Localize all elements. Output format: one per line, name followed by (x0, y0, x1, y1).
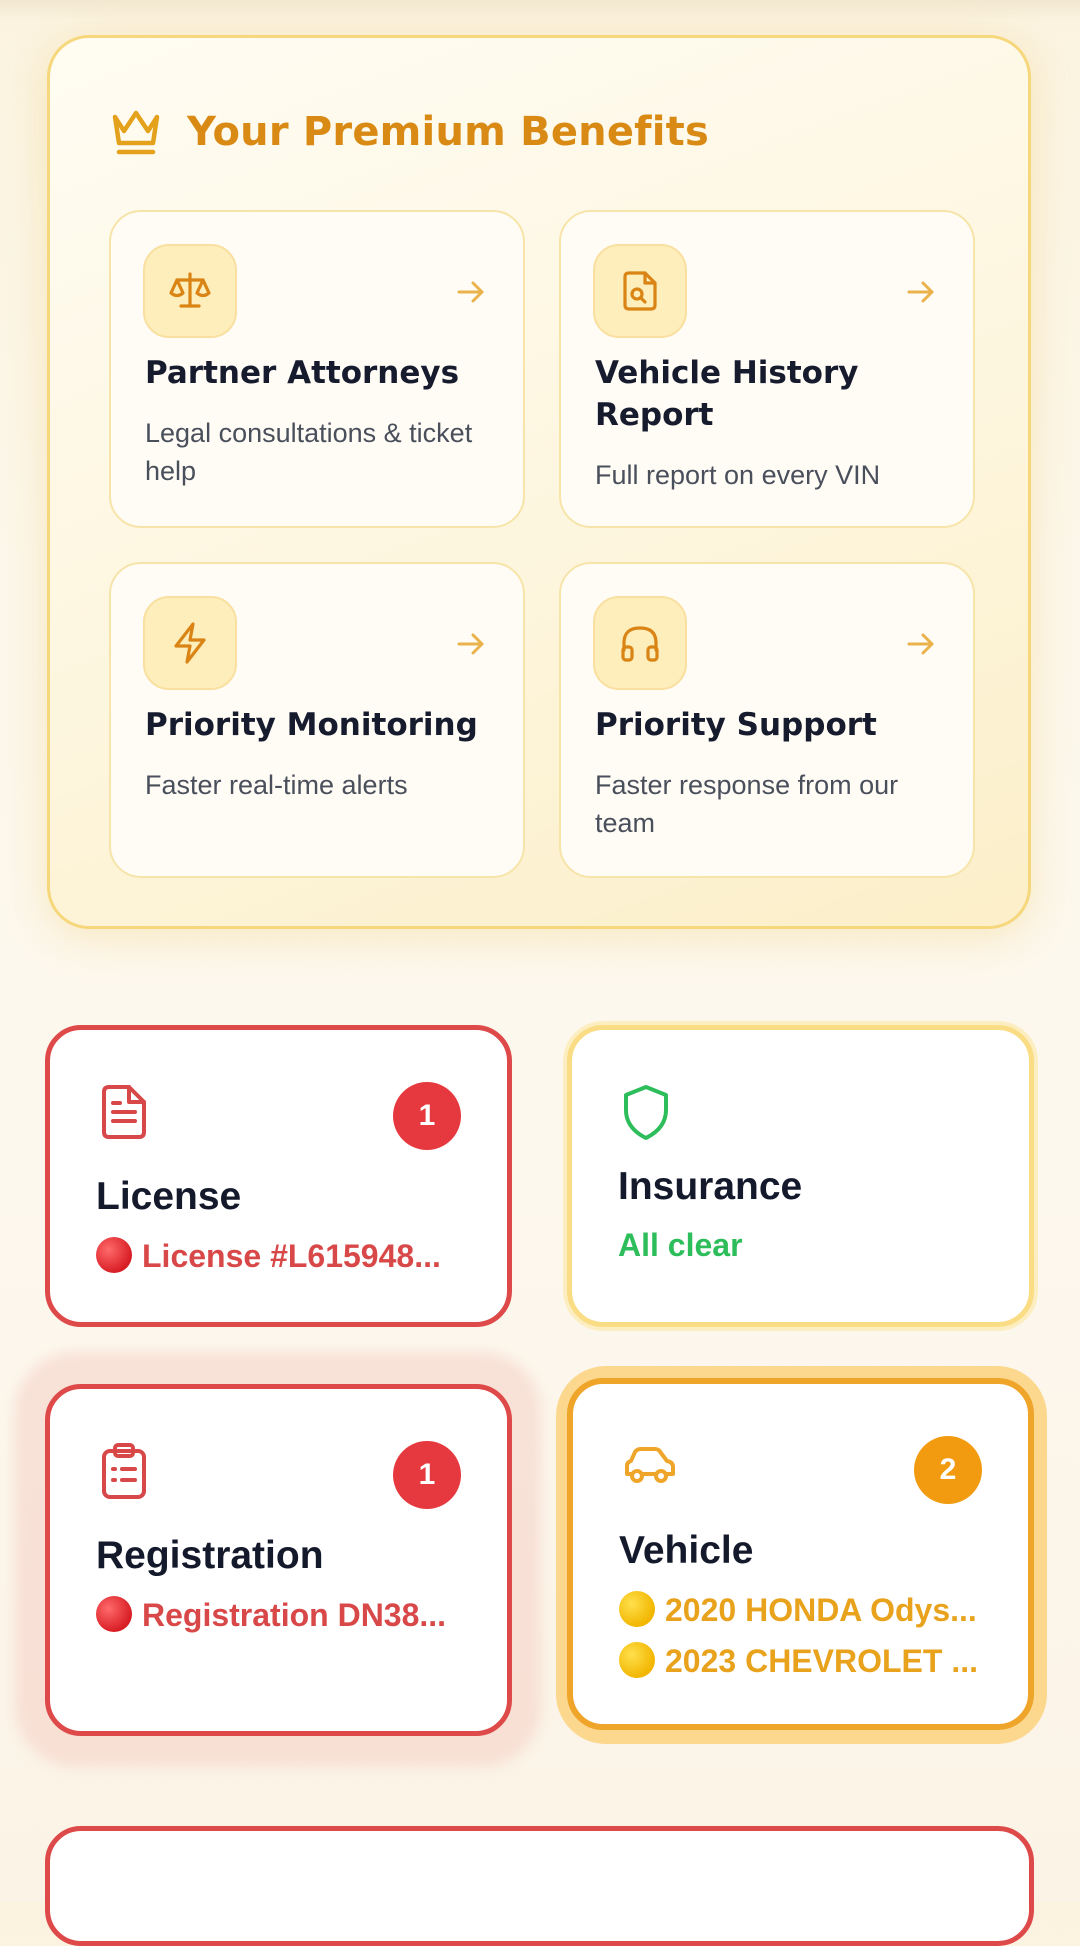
arrow-right-icon (907, 633, 934, 655)
scale-icon (169, 272, 211, 308)
yellow-dot-icon (619, 1591, 655, 1627)
benefit-icon-box (593, 244, 687, 338)
red-dot-icon (96, 1237, 132, 1273)
clipboard-icon (102, 1443, 146, 1499)
benefit-description: Full report on every VIN (595, 460, 881, 490)
card-title: Insurance (618, 1165, 803, 1208)
headphones-icon (621, 626, 659, 662)
alert-text: License #L615948... (142, 1238, 441, 1274)
yellow-dot-icon (619, 1642, 655, 1678)
alert-line: Registration DN38... (96, 1596, 467, 1634)
card-title: Vehicle (619, 1529, 754, 1572)
shield-icon (624, 1085, 668, 1140)
benefit-description: Legal consultations & ticket help (145, 418, 473, 486)
benefit-icon-box (143, 244, 237, 338)
premium-title: Your Premium Benefits (187, 109, 710, 155)
benefit-priority-support[interactable]: Priority Support Faster response from ou… (559, 562, 975, 878)
registration-card[interactable]: 1 Registration Registration DN38... (45, 1384, 512, 1736)
top-fade (0, 0, 1080, 20)
benefit-priority-monitoring[interactable]: Priority Monitoring Faster real-time ale… (109, 562, 525, 878)
crown-icon (112, 110, 160, 155)
status-text: All clear (618, 1227, 743, 1263)
card-title: Registration (96, 1534, 324, 1577)
benefit-vehicle-history-report[interactable]: Vehicle History Report Full report on ev… (559, 210, 975, 528)
alert-text: 2023 CHEVROLET ... (665, 1643, 978, 1679)
premium-header: Your Premium Benefits (109, 102, 709, 162)
benefit-title: Priority Support (595, 707, 877, 743)
red-dot-icon (96, 1596, 132, 1632)
benefit-title: Partner Attorneys (145, 355, 460, 391)
license-card[interactable]: 1 License License #L615948... (45, 1025, 512, 1327)
benefit-title: Vehicle History Report (595, 355, 859, 433)
alert-line: License #L615948... (96, 1237, 467, 1275)
benefit-title: Priority Monitoring (145, 707, 478, 743)
arrow-right-icon (457, 633, 484, 655)
benefit-icon-box (143, 596, 237, 690)
document-icon (102, 1085, 146, 1139)
benefit-description: Faster response from our team (595, 770, 899, 838)
insurance-card[interactable]: Insurance All clear (567, 1025, 1034, 1327)
lightning-icon (174, 622, 206, 664)
benefit-icon-box (593, 596, 687, 690)
alert-count-badge: 1 (393, 1441, 461, 1509)
alert-line: 2023 CHEVROLET ... (619, 1642, 988, 1680)
alert-count-badge: 1 (393, 1082, 461, 1150)
card-title: License (96, 1175, 242, 1218)
alert-text: 2020 HONDA Odys... (665, 1592, 977, 1628)
alert-count-badge: 2 (914, 1436, 982, 1504)
alert-text: Registration DN38... (142, 1597, 447, 1633)
alert-line: 2020 HONDA Odys... (619, 1591, 988, 1629)
vehicle-card[interactable]: 2 Vehicle 2020 HONDA Odys... 2023 CHEVRO… (567, 1378, 1034, 1730)
arrow-right-icon (457, 281, 484, 303)
arrow-right-icon (907, 281, 934, 303)
benefit-description: Faster real-time alerts (145, 770, 408, 800)
benefit-partner-attorneys[interactable]: Partner Attorneys Legal consultations & … (109, 210, 525, 528)
document-search-icon (623, 271, 657, 311)
next-card-partial[interactable] (45, 1826, 1034, 1946)
premium-benefits-panel: Your Premium Benefits Partner Attorneys … (47, 35, 1031, 929)
car-icon (625, 1447, 675, 1483)
